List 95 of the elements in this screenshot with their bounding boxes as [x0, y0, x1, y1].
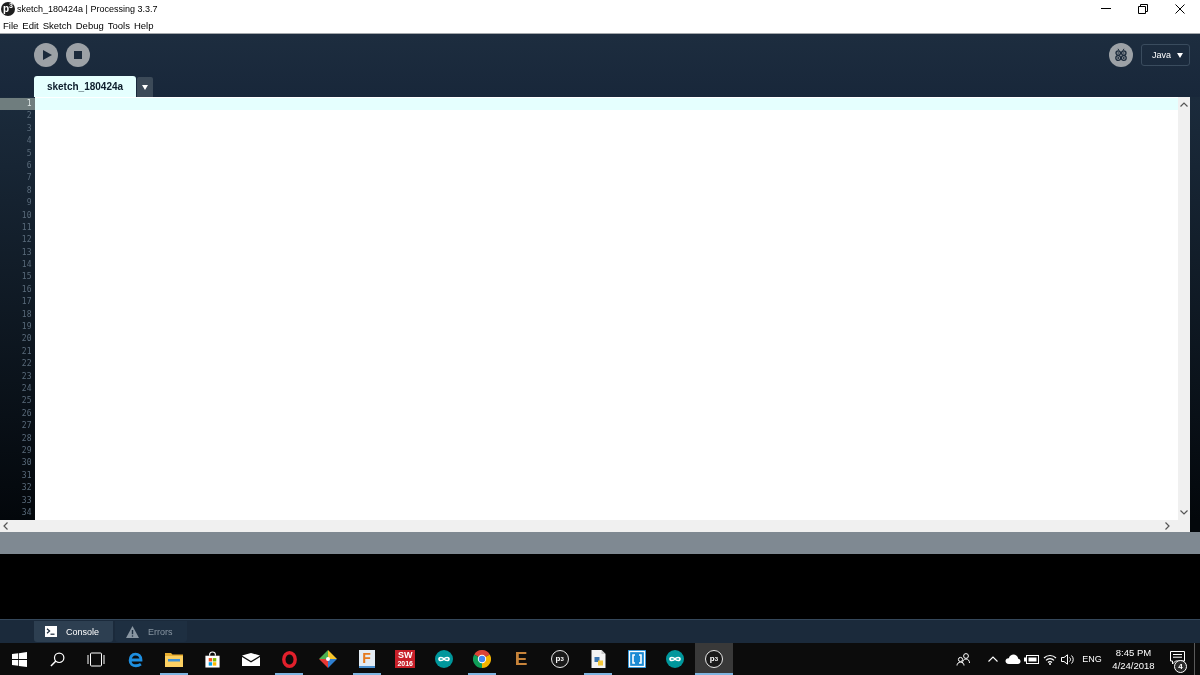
line-number: 10: [20, 209, 33, 222]
infinity-icon: [666, 650, 685, 668]
brackets-icon: [627, 650, 646, 668]
line-number: 20: [20, 333, 33, 346]
taskbar-button[interactable]: E: [501, 643, 541, 675]
line-number: 1: [0, 98, 35, 111]
notification-button[interactable]: 4: [1160, 643, 1194, 675]
caret-icon: [1177, 52, 1183, 58]
task-view-icon: [87, 651, 106, 667]
line-number: 11: [20, 221, 33, 234]
message-icon[interactable]: [1169, 651, 1185, 665]
line-number: 26: [20, 407, 33, 420]
line-number: 27: [20, 420, 33, 433]
infinity-icon: [434, 650, 453, 668]
chevron-up-icon[interactable]: [1180, 102, 1188, 107]
stop-icon: [74, 51, 82, 59]
search-icon: [50, 651, 66, 667]
line-number: 29: [20, 444, 33, 457]
sketch-tab[interactable]: sketch_180424a: [34, 76, 136, 97]
line-number: 32: [20, 482, 33, 495]
app-logo: E: [513, 650, 529, 668]
bug-icon: [1115, 48, 1127, 62]
stop-button[interactable]: [66, 43, 90, 67]
cloud-icon[interactable]: [1004, 654, 1021, 664]
chevron-down-icon[interactable]: [1180, 510, 1188, 515]
caret-icon: [142, 84, 148, 90]
line-number: 3: [25, 122, 33, 135]
panel-tab[interactable]: Errors: [115, 621, 187, 642]
language-indicator[interactable]: ENG: [1077, 643, 1107, 675]
horizontal-scrollbar[interactable]: [0, 520, 1190, 532]
line-number: 17: [20, 296, 33, 309]
folder-icon: [164, 651, 183, 667]
line-number: 21: [20, 345, 33, 358]
clock-time: 8:45 PM: [1115, 646, 1152, 659]
menu-item[interactable]: Sketch: [40, 19, 74, 31]
run-button[interactable]: [34, 43, 58, 67]
ring-icon: [281, 650, 297, 668]
line-number: 5: [25, 147, 33, 160]
line-number: 6: [25, 159, 33, 172]
line-number: 33: [20, 494, 33, 507]
minimize-icon: [1100, 8, 1111, 9]
envelope-icon: [241, 652, 260, 666]
line-number: 30: [20, 457, 33, 470]
panel-tab[interactable]: Console: [34, 621, 114, 642]
play-icon: [42, 50, 52, 60]
line-number: 9: [25, 197, 33, 210]
close-icon: [1174, 3, 1185, 14]
line-number: 28: [20, 432, 33, 445]
line-number: 34: [20, 506, 33, 519]
shopping-bag-icon: [203, 650, 221, 668]
menu-item[interactable]: Edit: [20, 19, 41, 31]
chevron-left-icon[interactable]: [3, 522, 8, 530]
menu-item[interactable]: Help: [131, 19, 156, 31]
speaker-icon[interactable]: [1061, 653, 1075, 665]
battery-icon[interactable]: [1023, 654, 1039, 664]
logo-text: SW: [398, 651, 413, 660]
window-panes-icon: [11, 651, 27, 667]
tab-menu-button[interactable]: [137, 77, 153, 97]
line-number: 15: [20, 271, 33, 284]
vertical-scrollbar[interactable]: [1178, 97, 1190, 520]
line-number: 19: [20, 321, 33, 334]
line-number: 31: [20, 469, 33, 482]
line-number: 25: [20, 395, 33, 408]
line-number: 8: [25, 184, 33, 197]
restore-icon: [1137, 3, 1148, 14]
line-number: 7: [25, 172, 33, 185]
line-number: 18: [20, 308, 33, 321]
menu-item[interactable]: Debug: [73, 19, 106, 31]
terminal-icon: [45, 626, 57, 637]
line-number: 14: [20, 259, 33, 272]
line-number: 12: [20, 234, 33, 247]
diamond-icon: [319, 650, 338, 668]
menu-item[interactable]: Tools: [105, 19, 132, 31]
mode-dropdown[interactable]: Java: [1141, 44, 1190, 66]
clock-date: 4/24/2018: [1112, 659, 1155, 672]
line-number: 22: [20, 358, 33, 371]
warning-icon: [126, 625, 140, 638]
chevron-right-icon[interactable]: [1165, 522, 1170, 530]
line-number: 2: [25, 110, 33, 123]
notification-count: 4: [1174, 660, 1187, 673]
clock[interactable]: 8:45 PM 4/24/2018: [1107, 643, 1160, 675]
window-title: sketch_180424a | Processing 3.3.7: [17, 3, 158, 14]
people-icon[interactable]: [955, 652, 971, 666]
debug-button[interactable]: [1109, 43, 1133, 67]
menu-item[interactable]: File: [1, 19, 21, 31]
line-number: 16: [20, 283, 33, 296]
wifi-icon[interactable]: [1042, 653, 1057, 665]
line-number: 13: [20, 246, 33, 259]
line-number: 23: [20, 370, 33, 383]
app-logo: F: [358, 650, 375, 668]
e-logo-icon: [126, 650, 144, 668]
line-number: 24: [20, 383, 33, 395]
app-logo: p$^{3}$: [1, 1, 15, 16]
circle-logo-icon: [473, 650, 492, 668]
document-icon: [590, 650, 606, 668]
